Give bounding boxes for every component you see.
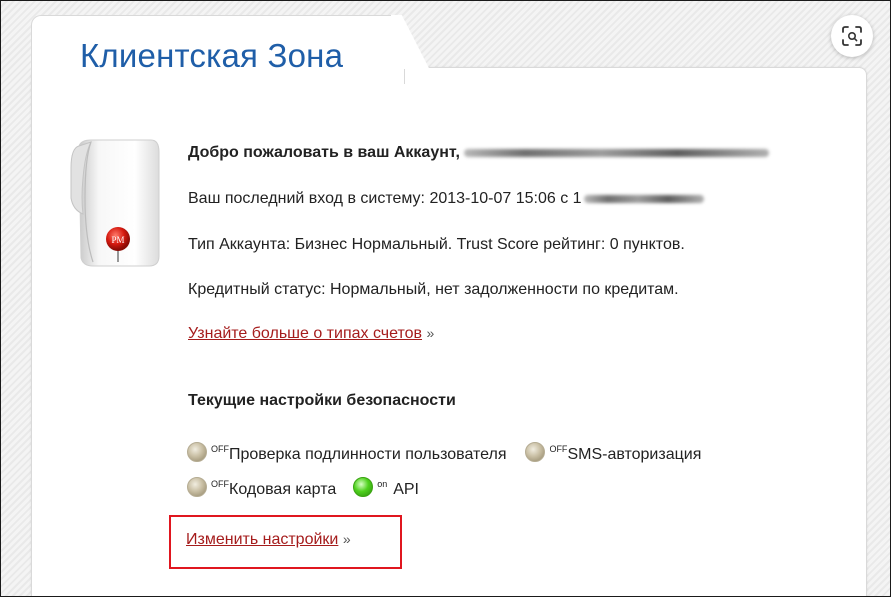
credit-status-line: Кредитный статус: Нормальный, нет задолж… (188, 281, 679, 298)
redacted-account-name (464, 148, 770, 157)
api-label: API (393, 481, 419, 498)
security-row-2: OFFКодовая карта on API (187, 477, 419, 499)
sms-auth-label: SMS-авторизация (567, 446, 702, 463)
avatar-badge-text: PM (111, 235, 124, 245)
sms-auth-status-icon (525, 442, 546, 462)
scan-icon (842, 26, 862, 46)
user-auth-state: OFF (211, 444, 229, 454)
user-auth-label: Проверка подлинности пользователя (229, 446, 507, 463)
learn-more-link[interactable]: Узнайте больше о типах счетов (188, 325, 422, 342)
last-login-line: Ваш последний вход в систему: 2013-10-07… (188, 190, 704, 208)
title-tab-slant (391, 15, 441, 69)
highlight-box (169, 515, 402, 569)
scan-button[interactable] (831, 15, 873, 57)
account-card-avatar: PM (69, 138, 165, 272)
screenshot-frame: Клиентская Зона PM Добро пожаловать в ва… (0, 0, 891, 597)
learn-more-row: Узнайте больше о типах счетов » (188, 325, 434, 343)
redacted-ip-address (583, 194, 704, 203)
welcome-line: Добро пожаловать в ваш Аккаунт, (188, 144, 770, 162)
security-heading: Текущие настройки безопасности (188, 392, 456, 409)
api-state: on (377, 479, 388, 489)
last-login-text: Ваш последний вход в систему: 2013-10-07… (188, 190, 582, 207)
sms-auth-state: OFF (549, 444, 568, 454)
welcome-text: Добро пожаловать в ваш Аккаунт, (188, 144, 460, 161)
user-auth-status-icon (187, 442, 207, 462)
account-type-line: Тип Аккаунта: Бизнес Нормальный. Trust S… (188, 236, 685, 253)
code-card-state: OFF (211, 479, 229, 489)
security-row-1: OFFПроверка подлинности пользователя OFF… (187, 442, 701, 464)
code-card-label: Кодовая карта (229, 481, 337, 498)
code-card-status-icon (187, 477, 207, 497)
learn-more-arrow: » (426, 325, 435, 341)
page-title: Клиентская Зона (80, 37, 344, 74)
api-status-icon (353, 477, 374, 497)
